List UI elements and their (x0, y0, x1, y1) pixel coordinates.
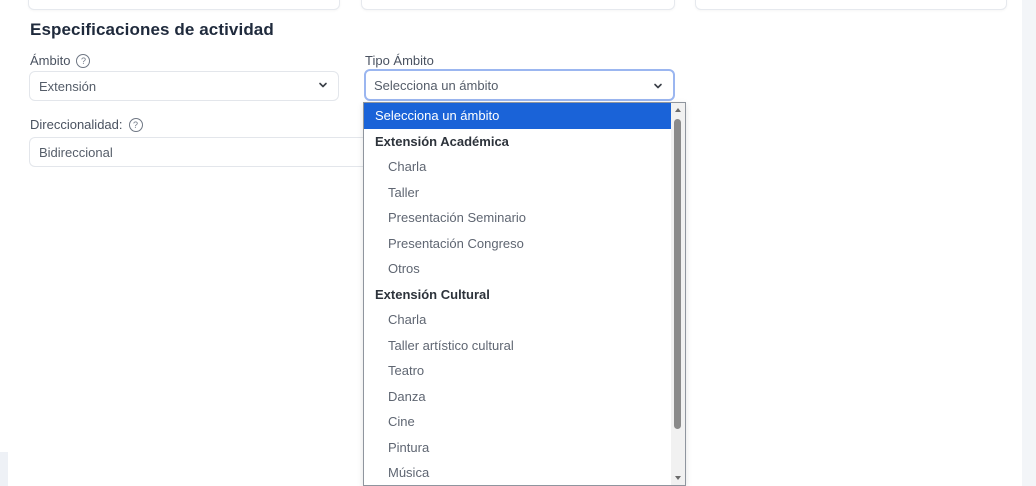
dropdown-option[interactable]: Teatro (364, 358, 685, 384)
direccionalidad-select-value: Bidireccional (39, 144, 113, 160)
help-icon[interactable]: ? (128, 117, 143, 132)
dropdown-scrollbar[interactable] (671, 103, 685, 485)
scroll-down-arrow-icon[interactable] (674, 474, 682, 482)
tipo-ambito-dropdown: Selecciona un ámbito Extensión Académica… (363, 102, 686, 486)
tipo-ambito-label-row: Tipo Ámbito (365, 53, 434, 68)
ambito-label-row: Ámbito ? (30, 53, 91, 68)
dropdown-option[interactable]: Charla (364, 154, 685, 180)
tipo-ambito-select[interactable]: Selecciona un ámbito (364, 69, 675, 101)
dropdown-option[interactable]: Presentación Seminario (364, 205, 685, 231)
dropdown-option[interactable]: Otros (364, 256, 685, 282)
dropdown-option[interactable]: Danza (364, 384, 685, 410)
scrollbar-thumb[interactable] (674, 119, 681, 429)
optgroup-extension-cultural: Extensión Cultural (375, 286, 490, 302)
scroll-up-arrow-icon[interactable] (674, 106, 682, 114)
direccionalidad-label-row: Direccionalidad: ? (30, 117, 143, 132)
tipo-ambito-select-value: Selecciona un ámbito (374, 77, 499, 93)
sidebar-edge (0, 452, 8, 486)
help-icon[interactable]: ? (76, 53, 91, 68)
section-title: Especificaciones de actividad (30, 20, 274, 39)
dropdown-option[interactable]: Presentación Congreso (364, 231, 685, 257)
chevron-down-icon (319, 82, 327, 88)
dropdown-option-placeholder[interactable]: Selecciona un ámbito (364, 103, 685, 129)
ambito-select-value: Extensión (39, 78, 97, 94)
ambito-select[interactable]: Extensión (29, 71, 339, 101)
top-card-3 (695, 0, 1007, 10)
dropdown-option[interactable]: Cine (364, 409, 685, 435)
dropdown-option[interactable]: Música (364, 460, 685, 485)
direccionalidad-label: Direccionalidad: (30, 117, 123, 132)
dropdown-option[interactable]: Taller artístico cultural (364, 333, 685, 359)
top-card-1 (28, 0, 340, 10)
dropdown-option[interactable]: Taller (364, 180, 685, 206)
top-card-2 (361, 0, 675, 10)
tipo-ambito-label: Tipo Ámbito (365, 53, 434, 68)
optgroup-extension-academica: Extensión Académica (375, 133, 509, 149)
page-scroll-strip (1022, 0, 1036, 486)
dropdown-option[interactable]: Pintura (364, 435, 685, 461)
dropdown-option[interactable]: Charla (364, 307, 685, 333)
chevron-down-icon (654, 83, 662, 89)
ambito-label: Ámbito (30, 53, 71, 68)
direccionalidad-select[interactable]: Bidireccional (29, 137, 374, 167)
